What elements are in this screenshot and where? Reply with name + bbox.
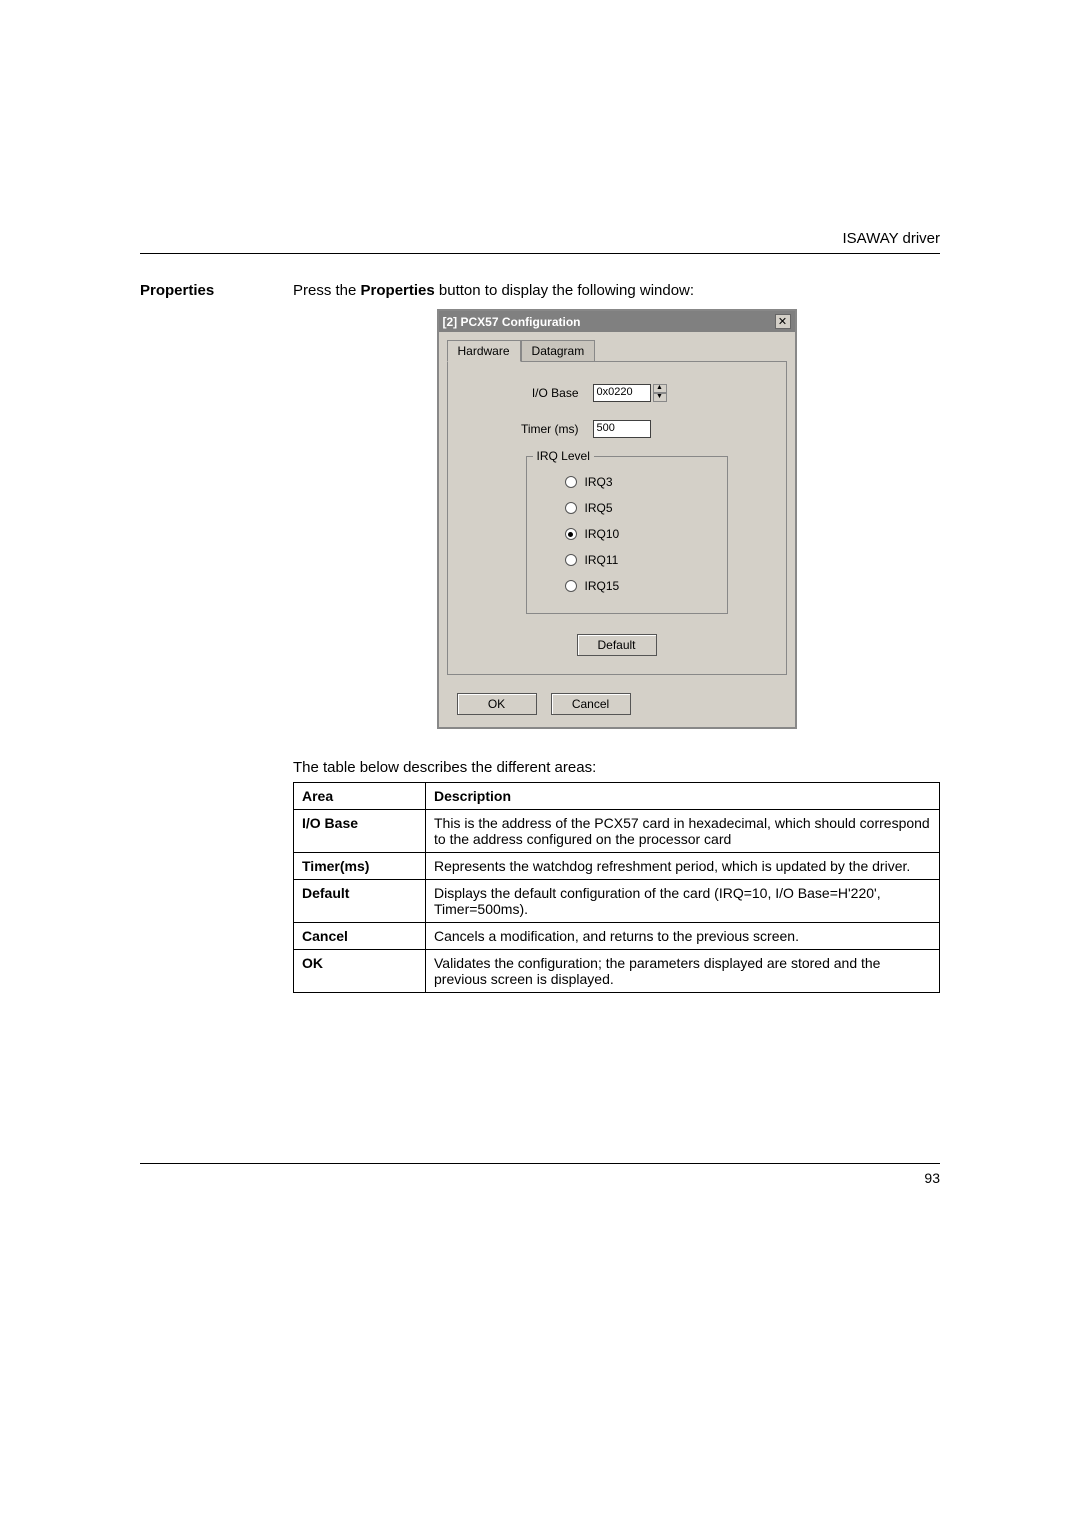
radio-icon[interactable] [565,528,577,540]
spinner-up-icon[interactable]: ▲ [653,384,667,393]
table-row: Timer(ms) Represents the watchdog refres… [294,853,940,880]
cell-desc: Cancels a modification, and returns to t… [426,923,940,950]
section-heading: Properties [140,282,265,299]
page-number: 93 [140,1170,940,1186]
th-desc: Description [426,783,940,810]
io-base-spinner[interactable]: 0x0220 ▲ ▼ [593,384,667,402]
cell-desc: Validates the configuration; the paramet… [426,950,940,993]
spinner-buttons[interactable]: ▲ ▼ [653,384,667,402]
th-area: Area [294,783,426,810]
tab-hardware[interactable]: Hardware [447,340,521,362]
irq-groupbox: IRQ Level IRQ3 IRQ5 IRQ10 [526,456,728,614]
rule-top [140,253,940,254]
cell-desc: This is the address of the PCX57 card in… [426,810,940,853]
cancel-button[interactable]: Cancel [551,693,631,715]
description-table: Area Description I/O Base This is the ad… [293,782,940,993]
radio-irq10[interactable]: IRQ10 [545,521,709,547]
intro-bold: Properties [361,282,435,299]
cell-area: Cancel [294,923,426,950]
radio-icon[interactable] [565,476,577,488]
cell-area: Default [294,880,426,923]
io-base-value[interactable]: 0x0220 [593,384,651,402]
table-row: Default Displays the default configurati… [294,880,940,923]
timer-input[interactable]: 500 [593,420,651,438]
radio-icon[interactable] [565,580,577,592]
radio-label: IRQ15 [585,579,620,593]
table-row: I/O Base This is the address of the PCX5… [294,810,940,853]
ok-button[interactable]: OK [457,693,537,715]
radio-dot-icon [568,532,573,537]
radio-irq15[interactable]: IRQ15 [545,573,709,599]
close-icon[interactable]: ✕ [775,314,791,329]
radio-icon[interactable] [565,554,577,566]
rule-bottom [140,1163,940,1164]
radio-label: IRQ5 [585,501,613,515]
table-intro: The table below describes the different … [293,759,940,776]
tab-strip: Hardware Datagram [439,332,795,362]
dialog-title: [2] PCX57 Configuration [443,315,581,329]
table-row: Cancel Cancels a modification, and retur… [294,923,940,950]
dialog-titlebar: [2] PCX57 Configuration ✕ [439,311,795,332]
cell-area: OK [294,950,426,993]
io-base-label: I/O Base [514,386,579,400]
irq-legend: IRQ Level [533,449,594,463]
table-row: OK Validates the configuration; the para… [294,950,940,993]
timer-label: Timer (ms) [514,422,579,436]
spinner-down-icon[interactable]: ▼ [653,393,667,402]
radio-irq5[interactable]: IRQ5 [545,495,709,521]
configuration-dialog: [2] PCX57 Configuration ✕ Hardware Datag… [437,309,797,729]
default-button[interactable]: Default [577,634,657,656]
radio-label: IRQ11 [585,553,619,567]
tab-body: I/O Base 0x0220 ▲ ▼ Timer (ms) 500 [447,361,787,675]
radio-irq11[interactable]: IRQ11 [545,547,709,573]
intro-text: Press the Properties button to display t… [293,282,940,299]
intro-suffix: button to display the following window: [435,282,694,299]
radio-icon[interactable] [565,502,577,514]
cell-desc: Displays the default configuration of th… [426,880,940,923]
header-right: ISAWAY driver [140,230,940,247]
intro-prefix: Press the [293,282,361,299]
radio-label: IRQ10 [585,527,620,541]
tab-datagram[interactable]: Datagram [521,340,596,362]
cell-desc: Represents the watchdog refreshment peri… [426,853,940,880]
radio-label: IRQ3 [585,475,613,489]
radio-irq3[interactable]: IRQ3 [545,469,709,495]
cell-area: Timer(ms) [294,853,426,880]
cell-area: I/O Base [294,810,426,853]
